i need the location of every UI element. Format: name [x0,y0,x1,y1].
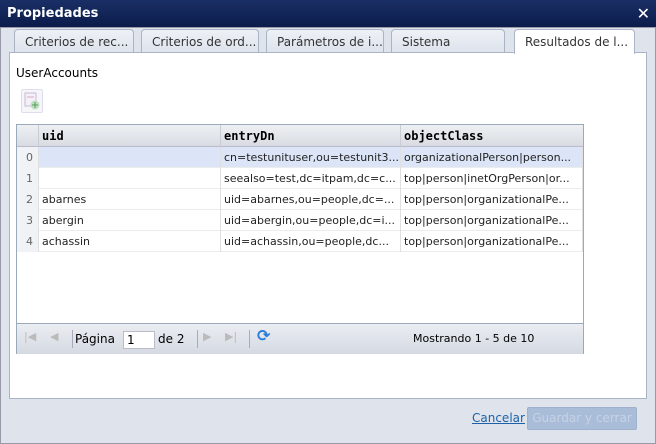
cell-uid [39,147,221,168]
cell-objectclass: top|person|organizationalPe... [401,231,583,252]
column-header-objectclass[interactable]: objectClass [401,125,583,147]
paging-status: Mostrando 1 - 5 de 10 [413,332,535,345]
column-header-uid[interactable]: uid [39,125,221,147]
table-row[interactable]: 0 cn=testunituser,ou=testunit3... organiza… [17,147,583,168]
dialog-title: Propiedades [7,6,99,21]
cell-entrydn: uid=abergin,ou=people,dc=i... [221,210,401,231]
refresh-icon[interactable]: ⟳ [257,326,270,345]
section-label: UserAccounts [16,66,99,80]
save-and-close-button[interactable]: Guardar y cerrar [527,407,637,430]
tab-parametros[interactable]: Parámetros de i... [266,29,384,53]
rownum: 0 [17,147,39,168]
cancel-link[interactable]: Cancelar [472,411,525,425]
cell-uid: achassin [39,231,221,252]
cell-uid: abergin [39,210,221,231]
prev-page-icon[interactable]: ◀ [50,330,58,343]
cell-uid [39,168,221,189]
page-count: de 2 [158,332,185,346]
cell-objectclass: top|person|organizationalPe... [401,189,583,210]
next-page-icon[interactable]: ▶ [203,330,211,343]
dialog-title-bar: Propiedades [0,0,656,27]
tab-sistema[interactable]: Sistema [391,29,505,53]
table-row[interactable]: 3 abergin uid=abergin,ou=people,dc=i... top… [17,210,583,231]
add-row-icon [24,92,40,110]
page-label: Página [75,332,115,346]
rownum-header [17,125,39,147]
column-header-entrydn[interactable]: entryDn [221,125,401,147]
cell-objectclass: top|person|organizationalPe... [401,210,583,231]
rownum: 4 [17,231,39,252]
cell-objectclass: top|person|inetOrgPerson|or... [401,168,583,189]
tab-criterios-recuperacion[interactable]: Criterios de rec... [14,29,134,53]
table-row[interactable]: 2 abarnes uid=abarnes,ou=people,dc=... top|… [17,189,583,210]
table-row[interactable]: 4 achassin uid=achassin,ou=people,dc... top… [17,231,583,252]
tab-resultados[interactable]: Resultados de l... [514,29,635,54]
rownum: 1 [17,168,39,189]
cell-objectclass: organizationalPerson|person... [401,147,583,168]
add-row-button[interactable] [21,89,43,113]
cell-entrydn: uid=achassin,ou=people,dc... [221,231,401,252]
cell-entrydn: seealso=test,dc=itpam,dc=c... [221,168,401,189]
cell-entrydn: cn=testunituser,ou=testunit3... [221,147,401,168]
rownum: 3 [17,210,39,231]
cell-uid: abarnes [39,189,221,210]
page-number-input[interactable] [123,331,155,349]
cell-entrydn: uid=abarnes,ou=people,dc=... [221,189,401,210]
first-page-icon[interactable]: |◀ [24,330,36,343]
close-icon[interactable]: ✕ [637,0,650,27]
table-row[interactable]: 1 seealso=test,dc=itpam,dc=c... top|person… [17,168,583,189]
rownum: 2 [17,189,39,210]
results-grid: uid entryDn objectClass 0 cn=testunituser… [16,124,584,354]
last-page-icon[interactable]: ▶| [225,330,237,343]
tab-criterios-orden[interactable]: Criterios de ord... [141,29,259,53]
pagination-bar: |◀ ◀ Página de 2 ▶ ▶| ⟳ Mostrando 1 - 5 … [17,323,583,354]
